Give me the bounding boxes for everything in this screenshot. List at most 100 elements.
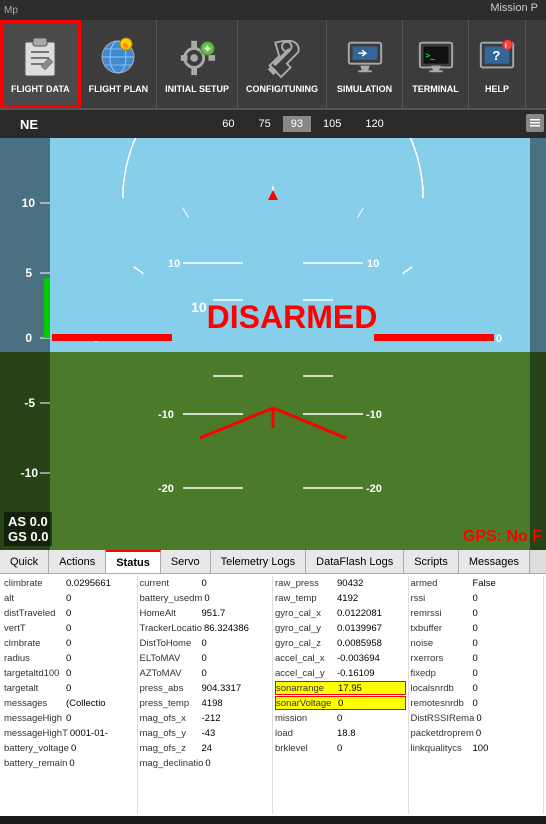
table-row: mission0 [275,711,406,725]
table-row: targetalt0 [4,681,135,695]
disarmed-text: DISARMED [207,299,378,335]
table-row: battery_voltage0 [4,741,135,755]
table-row: mag_ofs_x-212 [140,711,271,725]
table-row: gyro_cal_x0.0122081 [275,606,406,620]
compass-mark-60: 60 [210,118,246,130]
groundspeed-label: GS 0.0 [8,529,48,544]
bottom-panel: Quick Actions Status Servo Telemetry Log… [0,550,546,816]
nav-help[interactable]: ? ! HELP [469,20,526,108]
gear-plus-icon [177,35,217,80]
compass-mark-75: 75 [247,118,283,130]
table-row: mag_ofs_y-43 [140,726,271,740]
svg-text:0: 0 [25,331,32,345]
table-row: clmbrate0 [4,636,135,650]
monitor-icon [345,35,385,80]
table-row: brklevel0 [275,741,406,755]
nav-initial-setup-label: INITIAL SETUP [165,84,229,94]
svg-text:!: ! [505,41,508,50]
svg-text:10: 10 [367,258,379,270]
nav-flight-data[interactable]: FLIGHT DATA [0,20,81,108]
tab-dataflash-logs[interactable]: DataFlash Logs [306,550,404,573]
compass-settings-button[interactable] [526,114,544,132]
table-row: DistToHome0 [140,636,271,650]
disarmed-container: 10DISARMED [191,299,377,336]
table-row: messageHighT0001-01- [4,726,135,740]
table-row: armedFalse [411,576,542,590]
status-col-1: climbrate0.0295661alt0distTraveled0vertT… [2,576,138,814]
table-row: alt0 [4,591,135,605]
airspeed-label: AS 0.0 [8,514,48,529]
nav-config-tuning[interactable]: CONFIG/TUNING [238,20,327,108]
nav-terminal-label: TERMINAL [412,84,459,94]
svg-text:-20: -20 [366,483,382,495]
svg-text:5: 5 [25,266,32,280]
table-row: climbrate0.0295661 [4,576,135,590]
tab-telemetry-logs[interactable]: Telemetry Logs [211,550,307,573]
table-row: rxerrors0 [411,651,542,665]
help-icon: ? ! [477,35,517,80]
navbar: FLIGHT DATA FLIGHT PLAN [0,20,546,110]
table-row: sonarrange17.95 [275,681,406,695]
gps-status: GPS: No F [463,528,542,546]
compass-mark-105: 105 [311,118,353,130]
table-row: current0 [140,576,271,590]
compass-mark-120: 120 [353,118,395,130]
app-title: Mission P [490,2,538,14]
mp-logo: Mp [4,5,18,16]
table-row: packetdroprem0 [411,726,542,740]
table-row: raw_press90432 [275,576,406,590]
svg-text:-20: -20 [158,483,174,495]
svg-text:10: 10 [22,196,36,210]
nav-config-tuning-label: CONFIG/TUNING [246,84,318,94]
status-col-4: armedFalserssi0remrssi0txbuffer0noise0rx… [409,576,545,814]
status-table: climbrate0.0295661alt0distTraveled0vertT… [0,574,546,816]
compass-mark-93: 93 [283,116,311,132]
tab-status[interactable]: Status [106,550,161,573]
table-row: noise0 [411,636,542,650]
table-row: messageHigh0 [4,711,135,725]
table-row: press_abs904.3317 [140,681,271,695]
svg-text:-10: -10 [366,409,382,421]
tab-quick[interactable]: Quick [0,550,49,573]
disarmed-prefix: 10 [191,299,207,315]
tab-servo[interactable]: Servo [161,550,211,573]
topbar: Mp Mission P [0,0,546,20]
terminal-icon: >_ [416,35,456,80]
table-row: accel_cal_x-0.003694 [275,651,406,665]
svg-text:-5: -5 [24,396,35,410]
status-col-3: raw_press90432raw_temp4192gyro_cal_x0.01… [273,576,409,814]
tab-messages[interactable]: Messages [459,550,530,573]
nav-initial-setup[interactable]: INITIAL SETUP [157,20,238,108]
table-row: remrssi0 [411,606,542,620]
nav-help-label: HELP [485,84,509,94]
table-row: linkqualitycs100 [411,741,542,755]
table-row: mag_declinatio0 [140,756,271,770]
wrench-icon [262,35,302,80]
svg-text:>_: >_ [425,51,435,60]
nav-simulation[interactable]: SIMULATION [327,20,403,108]
svg-text:10: 10 [168,258,180,270]
table-row: load18.8 [275,726,406,740]
compass-ne: NE [20,117,38,132]
nav-terminal[interactable]: >_ TERMINAL [403,20,469,108]
tab-actions[interactable]: Actions [49,550,106,573]
globe-icon [98,35,138,80]
table-row: ELToMAV0 [140,651,271,665]
table-row: accel_cal_y-0.16109 [275,666,406,680]
clipboard-icon [20,35,60,80]
svg-text:0: 0 [496,333,502,345]
tab-scripts[interactable]: Scripts [404,550,459,573]
table-row: DistRSSIRema0 [411,711,542,725]
as-gs-display: AS 0.0 GS 0.0 [4,512,52,546]
table-row: gyro_cal_z0.0085958 [275,636,406,650]
nav-simulation-label: SIMULATION [337,84,392,94]
table-row: gyro_cal_y0.0139967 [275,621,406,635]
svg-text:?: ? [492,48,500,63]
status-col-2: current0battery_usedm0HomeAlt951.7Tracke… [138,576,274,814]
nav-flight-plan[interactable]: FLIGHT PLAN [81,20,158,108]
table-row: raw_temp4192 [275,591,406,605]
table-row: remotesnrdb0 [411,696,542,710]
flight-display: NE 60 75 93 105 120 10 5 0 -5 -10 [0,110,546,550]
table-row: localsnrdb0 [411,681,542,695]
table-row: messages(Collectio [4,696,135,710]
